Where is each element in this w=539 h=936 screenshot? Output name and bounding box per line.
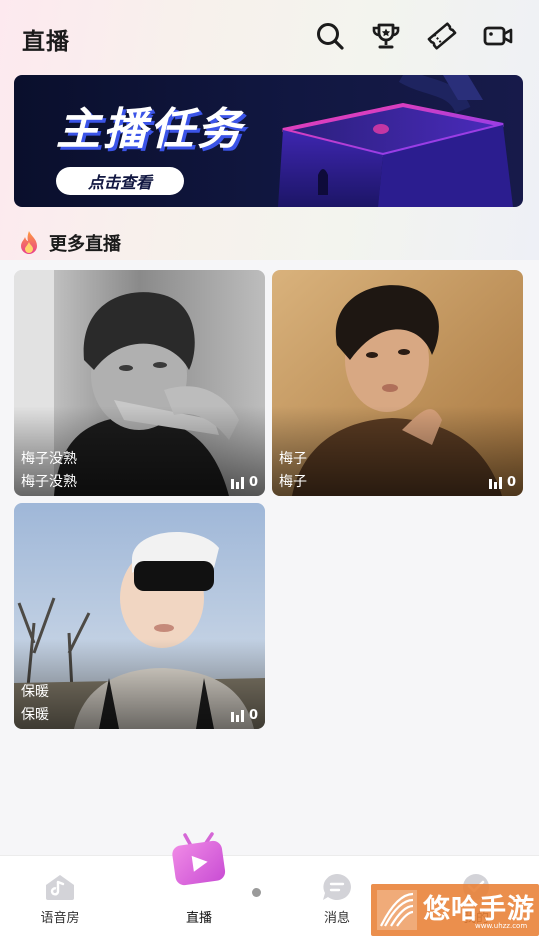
- bar-chart-icon: [230, 476, 244, 489]
- banner-title: 主播任务: [56, 104, 244, 155]
- tab-label: 直播: [185, 911, 212, 926]
- stage-illustration: [278, 75, 513, 207]
- tab-live[interactable]: 直播: [144, 832, 254, 936]
- ticket-icon[interactable]: [426, 20, 458, 52]
- tab-voice-room[interactable]: 语音房: [5, 856, 115, 936]
- viewer-count: 0: [488, 475, 516, 490]
- live-stream-card[interactable]: 梅子 梅子 0: [272, 270, 523, 496]
- header: 直播: [0, 0, 539, 72]
- viewer-count: 0: [230, 475, 258, 490]
- viewer-count-value: 0: [248, 475, 258, 490]
- watermark-url: www.uhzz.com: [475, 922, 528, 930]
- live-stream-card[interactable]: 保暖 保暖 0: [14, 503, 265, 729]
- watermark-text: 悠哈手游: [423, 894, 535, 925]
- live-stream-card[interactable]: 梅子没熟 梅子没熟 0: [14, 270, 265, 496]
- stream-title: 梅子没熟: [21, 451, 77, 467]
- anchor-task-banner[interactable]: 主播任务 点击查看: [14, 75, 523, 207]
- bar-chart-icon: [488, 476, 502, 489]
- fire-icon: [21, 231, 37, 254]
- banner-view-button[interactable]: 点击查看: [56, 167, 184, 195]
- card-shade: [14, 639, 265, 729]
- bar-chart-icon: [230, 709, 244, 722]
- message-icon: [323, 874, 351, 900]
- card-shade: [272, 406, 523, 496]
- page-title: 直播: [22, 29, 70, 55]
- watermark-logo-icon: [377, 890, 417, 930]
- section-title: 更多直播: [49, 234, 121, 255]
- video-camera-icon[interactable]: [482, 20, 514, 52]
- stream-title: 保暖: [21, 684, 49, 700]
- pagination-dot: [252, 888, 261, 897]
- more-live-section-header: 更多直播: [18, 228, 121, 258]
- trophy-icon[interactable]: [370, 20, 402, 52]
- viewer-count-value: 0: [506, 475, 516, 490]
- tab-label: 语音房: [40, 911, 80, 926]
- stream-host-name: 保暖: [21, 707, 49, 723]
- live-play-icon: [172, 832, 226, 886]
- stream-host-name: 梅子: [279, 474, 307, 490]
- stream-host-name: 梅子没熟: [21, 474, 77, 490]
- watermark: 悠哈手游 www.uhzz.com: [371, 884, 539, 936]
- viewer-count-value: 0: [248, 708, 258, 723]
- voice-room-icon: [46, 875, 74, 900]
- stream-title: 梅子: [279, 451, 307, 467]
- search-icon[interactable]: [314, 20, 346, 52]
- viewer-count: 0: [230, 708, 258, 723]
